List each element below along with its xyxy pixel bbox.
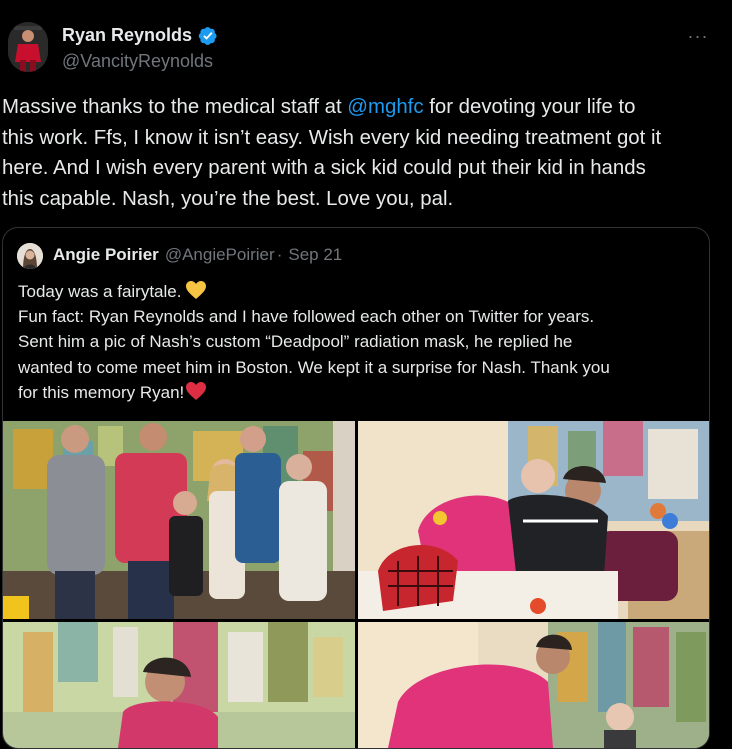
quote-header: Angie Poirier @AngiePoirier · Sep 21 — [53, 245, 342, 265]
quote-text-line-4: wanted to come meet him in Boston. We ke… — [18, 357, 610, 377]
red-heart-icon — [186, 381, 207, 400]
quote-tweet-card[interactable]: Angie Poirier @AngiePoirier · Sep 21 Tod… — [2, 227, 710, 749]
author-avatar[interactable] — [8, 22, 48, 72]
photo-group-portrait[interactable] — [3, 421, 355, 619]
tweet-text-segment: for devoting your life to — [423, 96, 636, 118]
quote-text-line-2: Fun fact: Ryan Reynolds and I have follo… — [18, 307, 595, 327]
verified-badge-icon — [198, 26, 217, 45]
quote-text-segment: for this memory Ryan! — [18, 382, 185, 402]
more-options-icon[interactable]: ··· — [684, 24, 712, 48]
yellow-heart-icon — [186, 281, 207, 299]
tweet-text: Massive thanks to the medical staff at @… — [2, 92, 712, 214]
photo-visit[interactable] — [358, 622, 709, 748]
author-handle[interactable]: @VancityReynolds — [62, 51, 213, 72]
tweet-text-line-4: this capable. Nash, you’re the best. Lov… — [2, 187, 454, 210]
photo-mural-closeup[interactable] — [3, 622, 355, 748]
quote-text: Today was a fairytale. Fun fact: Ryan Re… — [18, 279, 708, 405]
quote-date[interactable]: Sep 21 — [288, 245, 342, 265]
quote-text-line-3: Sent him a pic of Nash’s custom “Deadpoo… — [18, 332, 573, 352]
author-avatar-image — [8, 22, 48, 72]
quote-author-avatar[interactable] — [17, 243, 43, 269]
photo-mural-closeup-image — [3, 622, 355, 748]
tweet-text-line-3: here. And I wish every parent with a sic… — [2, 157, 646, 179]
tweet-text-segment: Massive thanks to the medical staff at — [2, 96, 348, 118]
author-name[interactable]: Ryan Reynolds — [62, 25, 218, 46]
quote-author-avatar-image — [17, 243, 43, 269]
photo-group-portrait-image — [3, 421, 355, 619]
quote-text-line-1: Today was a fairytale. — [18, 279, 708, 304]
photo-visit-image — [358, 622, 709, 748]
author-name-text: Ryan Reynolds — [62, 25, 193, 45]
photo-hug-image — [358, 421, 709, 619]
quote-text-segment: Today was a fairytale. — [18, 282, 182, 301]
tweet-text-line-1: Massive thanks to the medical staff at @… — [2, 92, 712, 123]
tweet-text-line-2: this work. Ffs, I know it isn’t easy. Wi… — [2, 126, 662, 149]
photo-hug[interactable] — [358, 421, 709, 619]
quote-author-name[interactable]: Angie Poirier — [53, 245, 159, 265]
quote-author-handle[interactable]: @AngiePoirier — [165, 245, 275, 265]
quote-text-line-5: for this memory Ryan! — [18, 380, 708, 405]
quote-separator: · — [276, 245, 283, 264]
mention-link[interactable]: @mghfc — [347, 96, 423, 118]
